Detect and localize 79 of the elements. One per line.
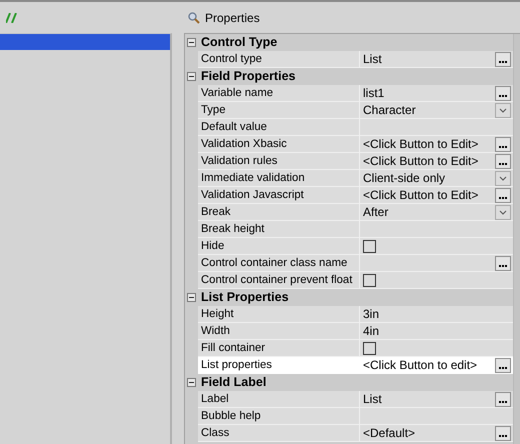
ellipsis-button[interactable] — [495, 188, 511, 202]
dropdown-button[interactable] — [495, 204, 511, 220]
property-field[interactable]: list1 — [360, 85, 513, 102]
property-field[interactable] — [360, 272, 513, 289]
category-header: Field Properties — [200, 68, 296, 85]
category-header: List Properties — [200, 289, 290, 306]
property-name[interactable]: Validation Javascript — [198, 187, 360, 204]
property-name[interactable]: Control type — [198, 51, 360, 68]
property-field[interactable]: <Default> — [360, 425, 513, 442]
property-name[interactable]: Hide — [198, 238, 360, 255]
property-name[interactable]: Variable name — [198, 85, 360, 102]
property-name[interactable]: Immediate validation — [198, 170, 360, 187]
property-field[interactable]: List — [360, 391, 513, 408]
ellipsis-button[interactable] — [495, 426, 511, 440]
property-name[interactable]: Default value — [198, 119, 360, 136]
category-header: Field Label — [200, 374, 268, 391]
ellipsis-button[interactable] — [495, 136, 511, 152]
property-field[interactable]: 3in — [360, 306, 513, 323]
property-name[interactable]: Label — [198, 391, 360, 408]
collapse-icon[interactable] — [187, 378, 196, 387]
ellipsis-button[interactable] — [495, 256, 511, 270]
property-name[interactable]: Validation Xbasic — [198, 136, 360, 153]
property-name[interactable]: Break — [198, 204, 360, 221]
property-field[interactable]: Character — [360, 102, 513, 119]
property-field[interactable] — [360, 238, 513, 255]
property-name[interactable]: Type — [198, 102, 360, 119]
property-field[interactable]: <Click Button to Edit> — [360, 136, 513, 153]
scrollbar[interactable] — [513, 34, 520, 444]
caret-icon — [499, 176, 507, 180]
ellipsis-button[interactable] — [495, 154, 511, 168]
caret-icon — [499, 108, 507, 112]
collapse-icon[interactable] — [187, 38, 196, 47]
property-name[interactable]: Width — [198, 323, 360, 340]
ellipsis-button[interactable] — [495, 392, 511, 406]
panel-title: Properties — [205, 10, 260, 26]
ellipsis-icon — [498, 60, 508, 64]
property-field[interactable] — [360, 408, 513, 425]
ellipsis-icon — [498, 366, 508, 370]
category-header: Control Type — [200, 34, 278, 51]
property-name[interactable]: Height — [198, 306, 360, 323]
property-field[interactable]: 4in — [360, 323, 513, 340]
property-field[interactable]: <Click Button to edit> — [360, 357, 513, 374]
property-field[interactable]: <Click Button to Edit> — [360, 187, 513, 204]
ellipsis-icon — [498, 94, 508, 98]
checkbox[interactable] — [363, 240, 376, 252]
ellipsis-button[interactable] — [495, 86, 511, 100]
property-field[interactable] — [360, 221, 513, 238]
property-name[interactable]: Class — [198, 425, 360, 442]
ellipsis-icon — [498, 400, 508, 404]
property-field[interactable] — [360, 119, 513, 136]
property-name[interactable]: List properties — [198, 357, 360, 374]
property-field[interactable] — [360, 255, 513, 272]
property-name[interactable]: Fill container — [198, 340, 360, 357]
property-field[interactable]: List — [360, 51, 513, 68]
property-field[interactable] — [360, 340, 513, 357]
slashes-icon — [6, 12, 18, 22]
ellipsis-icon — [498, 162, 508, 166]
property-name[interactable]: Validation rules — [198, 153, 360, 170]
collapse-icon[interactable] — [187, 72, 196, 81]
property-name[interactable]: Control container class name — [198, 255, 360, 272]
ellipsis-icon — [498, 196, 508, 200]
property-name[interactable]: Control container prevent float — [198, 272, 360, 289]
ellipsis-button[interactable] — [495, 358, 511, 372]
property-name[interactable]: Bubble help — [198, 408, 360, 425]
search-icon — [188, 12, 200, 24]
dropdown-button[interactable] — [495, 102, 511, 118]
ellipsis-icon — [498, 264, 508, 268]
ellipsis-icon — [498, 434, 508, 438]
checkbox[interactable] — [363, 274, 376, 286]
property-name[interactable]: Break height — [198, 221, 360, 238]
dropdown-button[interactable] — [495, 170, 511, 186]
ellipsis-button[interactable] — [495, 52, 511, 66]
property-field[interactable]: After — [360, 204, 513, 221]
checkbox[interactable] — [363, 342, 376, 354]
property-field[interactable]: Client-side only — [360, 170, 513, 187]
property-field[interactable]: <Click Button to Edit> — [360, 153, 513, 170]
caret-icon — [499, 210, 507, 214]
ellipsis-icon — [498, 146, 508, 148]
collapse-icon[interactable] — [187, 293, 196, 302]
